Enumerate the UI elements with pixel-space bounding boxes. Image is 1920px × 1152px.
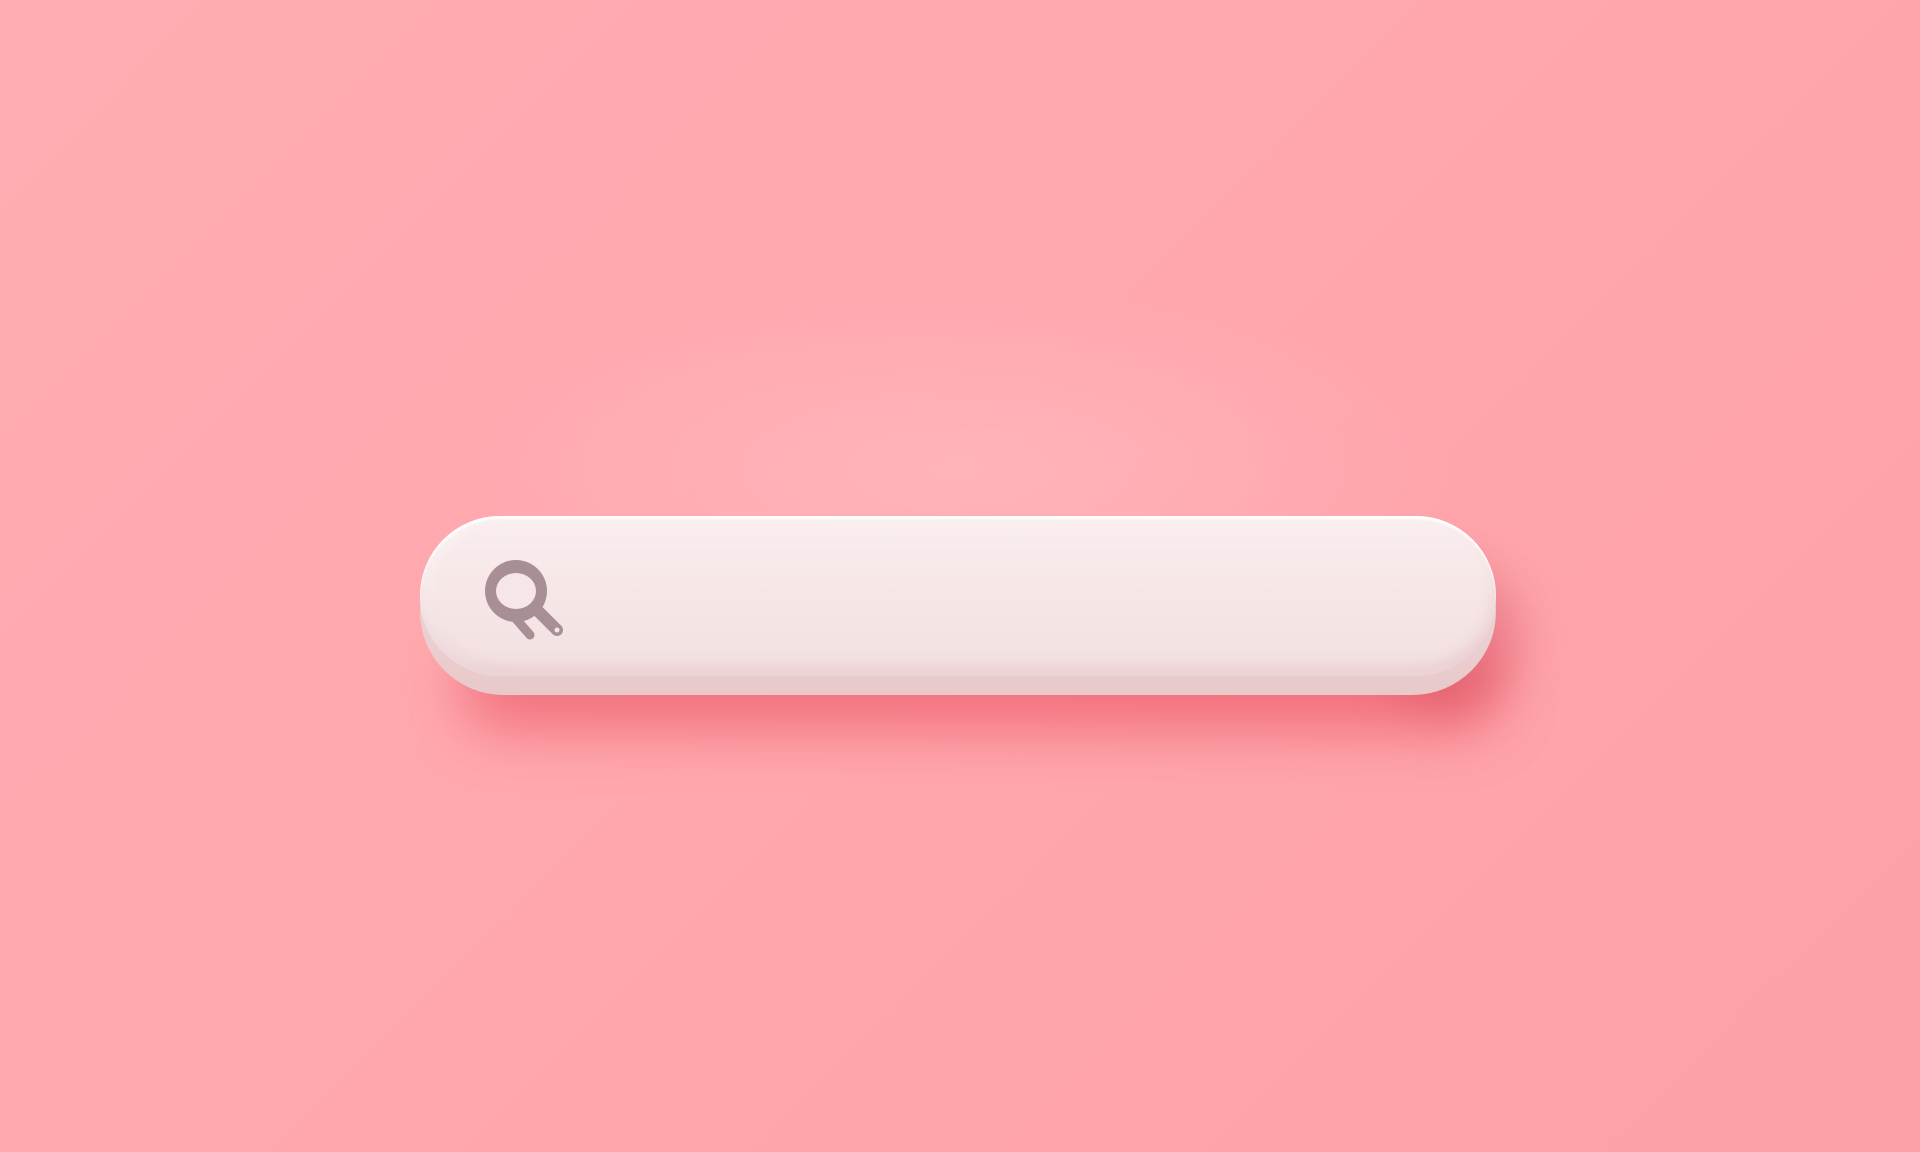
- search-bar[interactable]: [420, 516, 1496, 676]
- search-icon[interactable]: [476, 551, 576, 651]
- search-input[interactable]: [590, 546, 1450, 646]
